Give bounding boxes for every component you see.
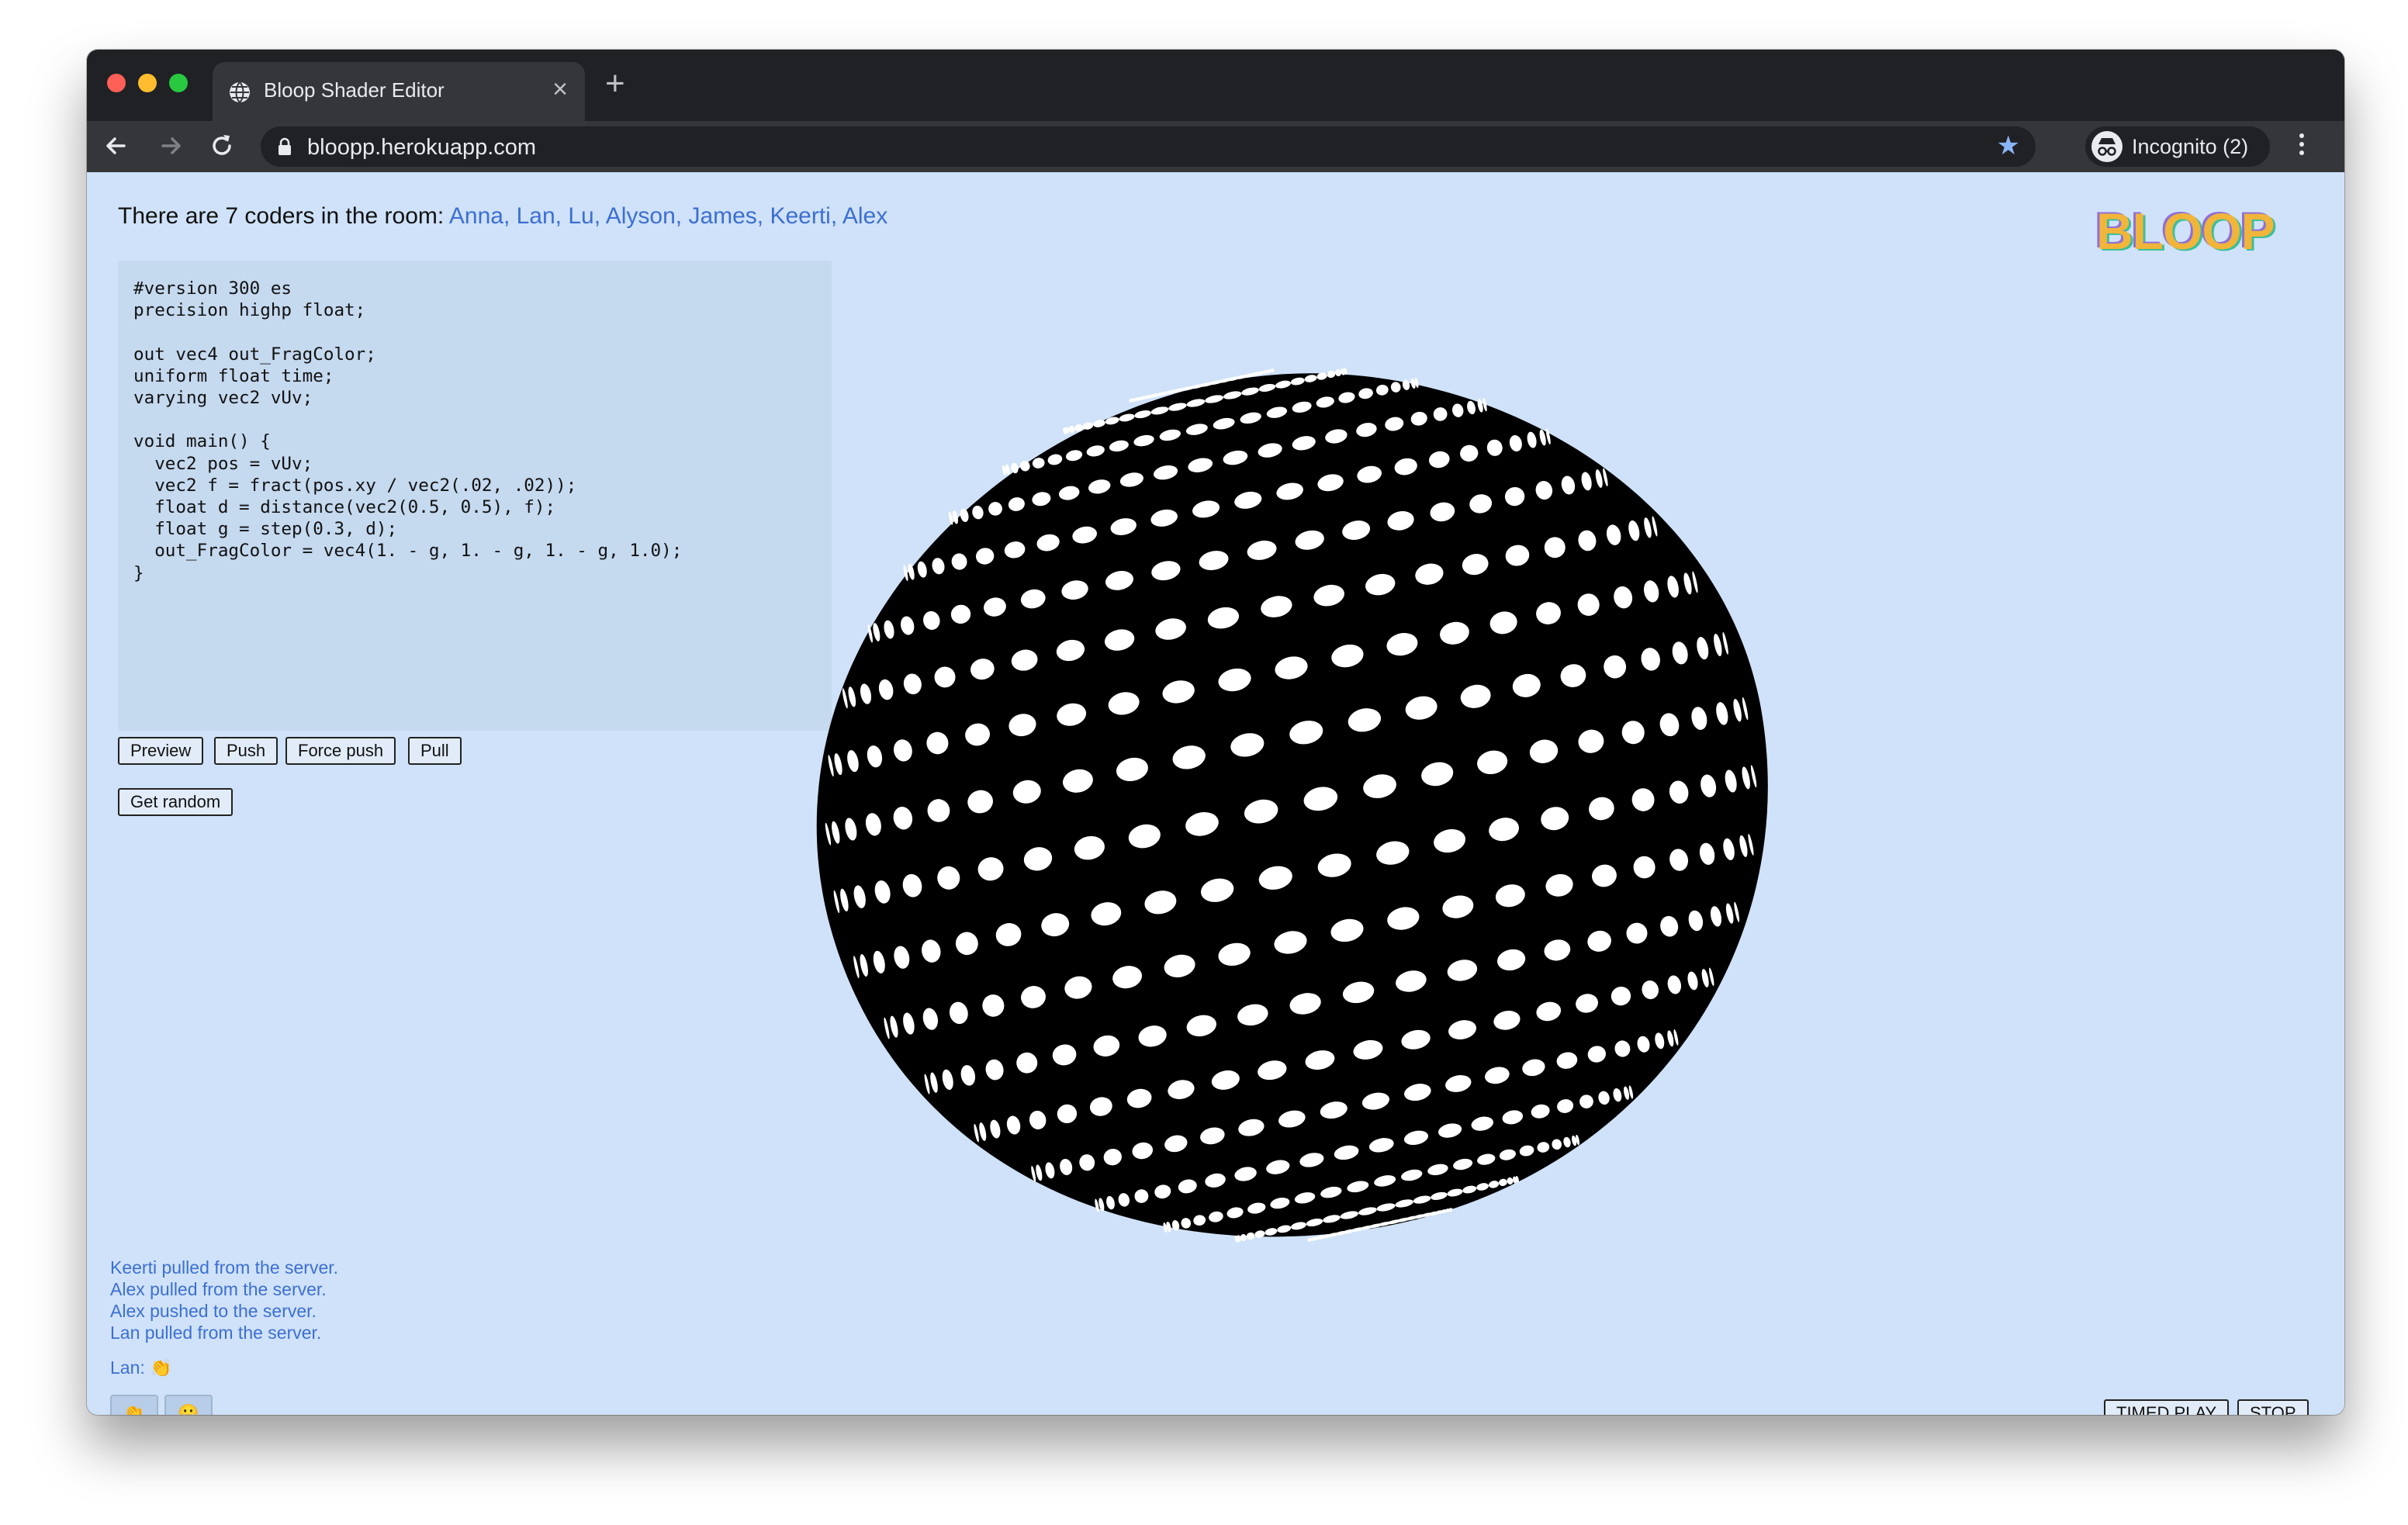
tab-close-icon[interactable]: × [552,76,568,102]
lock-icon [279,137,291,155]
reload-icon[interactable] [206,130,237,161]
star-icon[interactable]: ★ [1997,131,2020,161]
zoom-window-button[interactable] [169,74,188,92]
log-entry: Alex pulled from the server. [110,1279,327,1299]
incognito-profile-button[interactable]: Incognito (2) [2085,126,2270,167]
room-count-text: There are 7 coders in the room: [118,203,449,229]
shader-blob [816,368,1768,1243]
incognito-label: Incognito (2) [2132,135,2249,158]
preview-button[interactable]: Preview [118,737,204,765]
back-arrow-icon[interactable] [101,130,132,161]
force-push-button[interactable]: Force push [285,737,396,765]
log-entry: Keerti pulled from the server. [110,1257,339,1278]
more-vert-icon[interactable] [2298,133,2306,160]
timed-play-button[interactable]: TIMED PLAY [2104,1399,2230,1415]
tab-bloop-shader-editor[interactable]: Bloop Shader Editor × [213,62,585,121]
chat-message: Lan: 👏 [110,1357,172,1378]
incognito-icon [2091,131,2123,162]
tab-title: Bloop Shader Editor [264,78,445,102]
room-status: There are 7 coders in the room: Anna, La… [118,203,887,230]
new-tab-button[interactable]: + [605,67,625,101]
clap-icon: 👏 [123,1403,145,1415]
minimize-window-button[interactable] [138,74,157,92]
activity-log: Keerti pulled from the server. Alex pull… [110,1257,338,1343]
smile-reaction-button[interactable]: 😀 [164,1395,213,1415]
log-entry: Lan pulled from the server. [110,1323,322,1343]
push-button[interactable]: Push [214,737,279,765]
room-coder-names: Anna, Lan, Lu, Alyson, James, Keerti, Al… [448,203,888,229]
close-window-button[interactable] [107,74,126,92]
browser-toolbar: bloopp.herokuapp.com ★ Incognito (2) [87,121,2344,172]
clap-reaction-button[interactable]: 👏 [110,1395,158,1415]
get-random-button[interactable]: Get random [118,788,234,816]
url-text: bloopp.herokuapp.com [307,135,537,160]
address-bar[interactable]: bloopp.herokuapp.com ★ [261,126,2036,167]
bloop-logo: BLOOP [2096,202,2275,260]
forward-arrow-icon[interactable] [155,130,186,161]
globe-icon [230,81,250,103]
bloop-page: There are 7 coders in the room: Anna, La… [87,172,2344,1415]
shader-code-editor[interactable]: #version 300 es precision highp float; o… [118,261,832,731]
smile-icon: 😀 [178,1403,199,1415]
stop-button[interactable]: STOP [2237,1399,2309,1415]
log-entry: Alex pushed to the server. [110,1301,317,1321]
tab-strip: Bloop Shader Editor × + [87,50,2344,121]
pull-button[interactable]: Pull [408,737,462,765]
shader-preview-canvas [816,368,1768,1243]
browser-window: Bloop Shader Editor × + bloopp.herokuapp… [87,50,2344,1415]
blob-dot [1068,425,1075,434]
